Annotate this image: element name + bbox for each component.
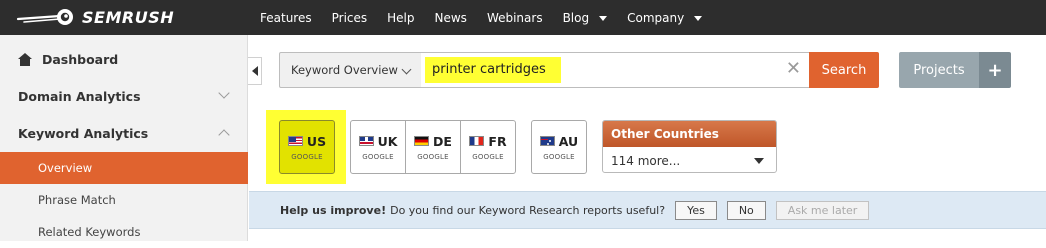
logo-wordmark: SEMRUSH [82, 7, 175, 27]
feedback-no-button[interactable]: No [726, 200, 766, 220]
other-countries-panel: Other Countries 114 more... [602, 120, 777, 173]
feedback-yes-button[interactable]: Yes [675, 200, 717, 220]
nav-features[interactable]: Features [260, 11, 312, 25]
top-navigation-bar: SEMRUSH Features Prices Help News Webina… [0, 0, 1046, 35]
nav-label: News [434, 10, 467, 25]
country-button-de[interactable]: DE GOOGLE [405, 120, 461, 174]
feedback-lead: Help us improve! [280, 203, 387, 217]
sidebar-item-label: Phrase Match [38, 193, 116, 207]
uk-flag-icon [358, 136, 374, 146]
sidebar-item-domain-analytics[interactable]: Domain Analytics [0, 80, 248, 113]
nav-label: Help [387, 10, 415, 25]
sidebar-item-phrase-match[interactable]: Phrase Match [0, 184, 248, 216]
sidebar: Dashboard Domain Analytics Keyword Analy… [0, 35, 248, 241]
country-code: FR [488, 133, 507, 149]
sidebar-item-label: Keyword Analytics [18, 126, 149, 141]
country-code: DE [433, 133, 452, 149]
sidebar-item-label: Overview [38, 161, 93, 175]
nav-help[interactable]: Help [387, 11, 414, 25]
country-button-uk[interactable]: UK GOOGLE [350, 120, 406, 174]
add-project-button[interactable]: + [979, 52, 1011, 88]
report-type-select[interactable]: Keyword Overview [279, 52, 422, 88]
search-engine-label: GOOGLE [543, 152, 575, 161]
feedback-bar: Help us improve! Do you find our Keyword… [249, 191, 1046, 229]
sidebar-item-keyword-analytics[interactable]: Keyword Analytics [0, 117, 248, 150]
other-countries-selected: 114 more... [611, 153, 681, 168]
country-button-us[interactable]: US GOOGLE [279, 120, 335, 174]
sidebar-item-label: Domain Analytics [18, 89, 141, 104]
country-code: US [306, 133, 327, 149]
nav-blog-dropdown[interactable]: Blog [563, 11, 608, 25]
sidebar-item-label: Related Keywords [38, 225, 141, 239]
caret-down-icon [694, 15, 703, 21]
semrush-logo-icon [16, 9, 73, 25]
search-engine-label: GOOGLE [472, 152, 504, 161]
fr-flag-icon [469, 136, 485, 146]
search-input[interactable]: printer cartridges ✕ [421, 52, 810, 88]
projects-button[interactable]: Projects [899, 52, 979, 88]
other-countries-select[interactable]: 114 more... [603, 147, 776, 172]
nav-label: Webinars [486, 10, 543, 25]
nav-label: Features [260, 10, 312, 25]
country-code: UK [377, 133, 398, 149]
nav-webinars[interactable]: Webinars [487, 11, 543, 25]
de-flag-icon [414, 136, 430, 146]
caret-down-icon [599, 15, 608, 21]
main-nav: Features Prices Help News Webinars Blog … [260, 0, 722, 35]
nav-label: Company [627, 10, 685, 25]
sidebar-collapse-button[interactable] [248, 57, 262, 85]
clear-icon[interactable]: ✕ [786, 60, 801, 78]
feedback-question: Do you find our Keyword Research reports… [390, 203, 666, 217]
search-engine-label: GOOGLE [362, 152, 394, 161]
au-flag-icon [539, 136, 555, 146]
sidebar-item-overview[interactable]: Overview [0, 152, 248, 184]
feedback-later-button[interactable]: Ask me later [775, 200, 870, 220]
sidebar-item-dashboard[interactable]: Dashboard [0, 43, 248, 76]
nav-label: Prices [331, 10, 368, 25]
country-button-fr[interactable]: FR GOOGLE [460, 120, 516, 174]
other-countries-title: Other Countries [603, 121, 776, 147]
nav-label: Blog [562, 10, 590, 25]
us-flag-icon [287, 136, 303, 146]
chevron-up-icon [218, 129, 230, 141]
home-icon [18, 53, 32, 66]
semrush-logo[interactable]: SEMRUSH [16, 5, 174, 29]
nav-prices[interactable]: Prices [332, 11, 368, 25]
nav-company-dropdown[interactable]: Company [627, 10, 703, 25]
country-code: AU [558, 133, 579, 149]
chevron-down-icon [401, 64, 412, 75]
search-button[interactable]: Search [809, 52, 879, 88]
nav-news[interactable]: News [435, 11, 467, 25]
triangle-left-icon [251, 66, 258, 76]
search-input-value: printer cartridges [432, 62, 546, 77]
sidebar-item-related-keywords[interactable]: Related Keywords [0, 216, 248, 248]
country-button-au[interactable]: AU GOOGLE [531, 120, 587, 174]
sidebar-item-label: Dashboard [42, 52, 119, 67]
search-engine-label: GOOGLE [291, 152, 323, 161]
search-engine-label: GOOGLE [417, 152, 449, 161]
caret-down-icon [754, 158, 764, 164]
chevron-down-icon [218, 87, 230, 99]
report-type-selected: Keyword Overview [291, 63, 398, 77]
